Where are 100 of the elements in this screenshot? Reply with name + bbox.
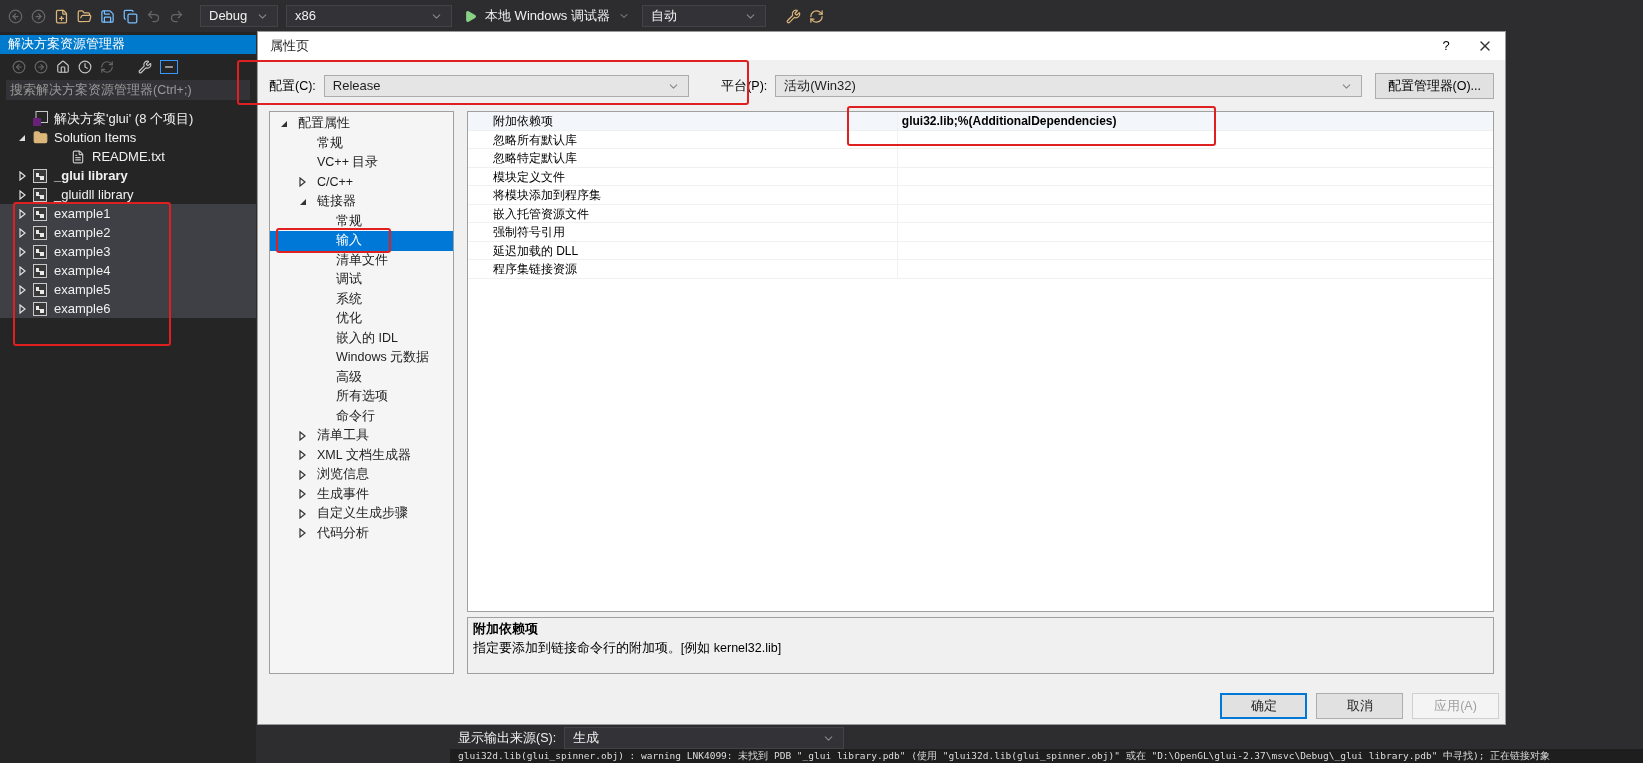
- target-dropdown[interactable]: 自动: [641, 5, 766, 27]
- property-name: 忽略特定默认库: [467, 149, 898, 167]
- tree-item[interactable]: 嵌入的 IDL: [270, 328, 453, 348]
- project-icon: [33, 244, 47, 259]
- property-name: 嵌入托管资源文件: [467, 204, 898, 222]
- redo-icon[interactable]: [169, 8, 184, 24]
- tree-item[interactable]: XML 文档生成器: [270, 445, 453, 465]
- collapse-arrow-icon[interactable]: [299, 197, 307, 206]
- tree-item[interactable]: 解决方案'glui' (8 个项目): [0, 109, 256, 128]
- collapse-arrow-icon[interactable]: [280, 119, 288, 128]
- property-row[interactable]: 程序集链接资源: [467, 260, 1493, 279]
- configuration-dropdown[interactable]: Debug: [200, 5, 278, 27]
- tree-item[interactable]: 自定义生成步骤: [270, 504, 453, 524]
- project-icon: [33, 301, 47, 316]
- output-source-dropdown[interactable]: 生成: [564, 727, 845, 749]
- dialog-button[interactable]: 确定: [1220, 693, 1307, 719]
- tree-item[interactable]: example2: [0, 223, 256, 242]
- tree-item[interactable]: example5: [0, 280, 256, 299]
- output-line: glui32d.lib(glui_spinner.obj) : warning LNK4099: 未找到 PDB "_glui library.pdb" (使用 "glui32d.lib(glui_spinner.obj)" 或在 "D:\OpenGL\glui-2.37\msvc\Debug\_glui library.pdb" 中寻找); 正在链接对象: [457, 749, 1552, 763]
- dialog-button[interactable]: 取消: [1316, 693, 1403, 719]
- back-icon[interactable]: [12, 60, 26, 74]
- expand-arrow-icon[interactable]: [299, 177, 306, 188]
- save-all-icon[interactable]: [123, 8, 138, 24]
- solution-icon: [32, 111, 48, 126]
- tree-item[interactable]: 生成事件: [270, 484, 453, 504]
- property-row[interactable]: 忽略特定默认库: [467, 149, 1493, 168]
- property-name: 忽略所有默认库: [467, 130, 898, 148]
- open-folder-icon[interactable]: [77, 8, 92, 24]
- tree-item[interactable]: C/C++: [270, 172, 453, 192]
- help-button[interactable]: ?: [1431, 36, 1461, 56]
- tree-item[interactable]: 链接器: [270, 192, 453, 212]
- wrench-icon[interactable]: [785, 8, 801, 24]
- tree-item[interactable]: README.txt: [0, 147, 256, 166]
- forward-icon[interactable]: [31, 8, 46, 24]
- tree-item[interactable]: 调试: [270, 270, 453, 290]
- property-name: 强制符号引用: [467, 223, 898, 241]
- tree-item[interactable]: 常规: [270, 133, 453, 153]
- tree-item[interactable]: 优化: [270, 309, 453, 329]
- property-row[interactable]: 嵌入托管资源文件: [467, 204, 1493, 223]
- tree-item[interactable]: _glui library: [0, 166, 256, 185]
- expand-arrow-icon[interactable]: [299, 430, 306, 441]
- undo-icon[interactable]: [146, 8, 161, 24]
- project-icon: [33, 168, 47, 183]
- expand-arrow-icon[interactable]: [299, 508, 306, 519]
- start-debugger-button[interactable]: 本地 Windows 调试器: [460, 5, 634, 27]
- tree-item[interactable]: example3: [0, 242, 256, 261]
- tree-item[interactable]: 命令行: [270, 406, 453, 426]
- project-icon: [33, 263, 47, 278]
- expand-arrow-icon[interactable]: [299, 469, 306, 480]
- home-icon[interactable]: [56, 60, 70, 74]
- new-item-icon[interactable]: [54, 8, 69, 24]
- tree-item[interactable]: 所有选项: [270, 387, 453, 407]
- tree-item[interactable]: 常规: [270, 211, 453, 231]
- tree-item[interactable]: Solution Items: [0, 128, 256, 147]
- save-icon[interactable]: [100, 8, 115, 24]
- tree-item[interactable]: 系统: [270, 289, 453, 309]
- refresh-icon[interactable]: [808, 8, 824, 24]
- collapse-arrow-icon[interactable]: [18, 133, 26, 142]
- property-name: 将模块添加到程序集: [467, 186, 898, 204]
- forward-icon[interactable]: [34, 60, 48, 74]
- config-manager-button[interactable]: 配置管理器(O)...: [1374, 73, 1494, 99]
- property-value[interactable]: glui32.lib;%(AdditionalDependencies): [897, 112, 1117, 130]
- output-source-label: 显示输出来源(S):: [458, 729, 557, 747]
- tree-item[interactable]: example4: [0, 261, 256, 280]
- property-row[interactable]: 忽略所有默认库: [467, 130, 1493, 149]
- platform-dropdown[interactable]: x86: [286, 5, 452, 27]
- tree-item[interactable]: 高级: [270, 367, 453, 387]
- tree-item[interactable]: 配置属性: [270, 114, 453, 134]
- property-row[interactable]: 附加依赖项 glui32.lib;%(AdditionalDependencies): [467, 112, 1493, 131]
- sync-icon[interactable]: [100, 60, 114, 74]
- tree-item[interactable]: example1: [0, 204, 256, 223]
- tree-item[interactable]: 清单文件: [270, 250, 453, 270]
- property-row[interactable]: 延迟加载的 DLL: [467, 241, 1493, 260]
- tree-item[interactable]: example6: [0, 299, 256, 318]
- history-icon[interactable]: [78, 60, 92, 74]
- tree-item[interactable]: 清单工具: [270, 426, 453, 446]
- tree-item[interactable]: 代码分析: [270, 523, 453, 543]
- dialog-title: 属性页: [270, 37, 309, 55]
- file-icon: [71, 149, 85, 164]
- expand-arrow-icon[interactable]: [299, 450, 306, 461]
- tree-item[interactable]: _gluidll library: [0, 185, 256, 204]
- tree-item[interactable]: Windows 元数据: [270, 348, 453, 368]
- platform-dropdown[interactable]: 活动(Win32): [775, 75, 1362, 97]
- collapse-button[interactable]: [160, 60, 178, 74]
- configuration-dropdown[interactable]: Release: [323, 75, 690, 97]
- property-row[interactable]: 强制符号引用: [467, 223, 1493, 242]
- expand-arrow-icon[interactable]: [299, 528, 306, 539]
- tree-item[interactable]: VC++ 目录: [270, 153, 453, 173]
- property-row[interactable]: 将模块添加到程序集: [467, 186, 1493, 205]
- config-label: 配置(C):: [269, 77, 316, 95]
- property-row[interactable]: 模块定义文件: [467, 167, 1493, 186]
- search-field[interactable]: 搜索解决方案资源管理器(Ctrl+;): [6, 80, 250, 100]
- property-name: 模块定义文件: [467, 167, 898, 185]
- back-icon[interactable]: [8, 8, 23, 24]
- tree-item[interactable]: 输入: [270, 231, 453, 251]
- play-icon: [464, 9, 477, 23]
- description-title: 附加依赖项: [472, 621, 539, 638]
- tree-item[interactable]: 浏览信息: [270, 465, 453, 485]
- expand-arrow-icon[interactable]: [299, 489, 306, 500]
- project-icon: [33, 206, 47, 221]
